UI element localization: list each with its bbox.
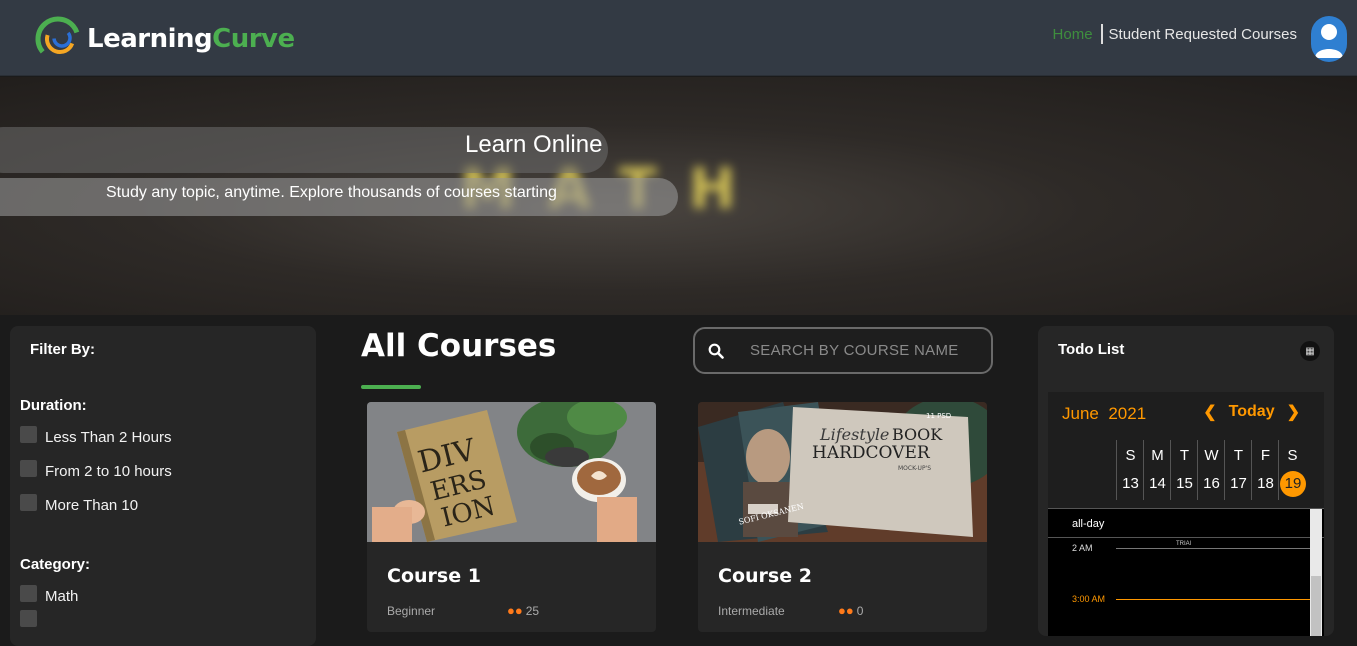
search-box[interactable]: [693, 327, 993, 374]
all-day-row: all-day: [1048, 508, 1324, 539]
cover-book-text: BOOK: [892, 425, 943, 444]
day-column[interactable]: S 13: [1116, 440, 1143, 500]
duration-option-less-2[interactable]: Less Than 2 Hours: [20, 426, 172, 446]
day-date: 17: [1230, 475, 1247, 492]
checkbox[interactable]: [20, 610, 37, 627]
day-name: T: [1233, 447, 1244, 464]
checkbox[interactable]: [20, 460, 37, 477]
calendar-year: 2021: [1108, 404, 1147, 423]
today-button[interactable]: Today: [1229, 403, 1275, 421]
duration-option-more-10[interactable]: More Than 10: [20, 494, 139, 514]
day-date: 16: [1203, 475, 1220, 492]
day-name: M: [1151, 447, 1164, 464]
event-label[interactable]: TRIAl: [1176, 541, 1191, 547]
course-card[interactable]: DIV ERS ION Course 1 Beginner ●● 25: [367, 402, 656, 632]
calendar-week: S 13 M 14 T 15 W 16 T 17 F 18 S 19: [1116, 440, 1326, 500]
cover-psd-text: 11 PSD: [926, 412, 951, 420]
scrollbar-thumb[interactable]: [1311, 576, 1321, 636]
student-count: ●● 25: [507, 603, 539, 618]
users-icon: ●●: [507, 603, 523, 618]
filter-title: Filter By:: [30, 341, 96, 358]
main-nav: Home Student Requested Courses: [1053, 24, 1297, 44]
search-input[interactable]: [750, 342, 970, 359]
calendar-nav: ❮ Today ❯: [1197, 402, 1306, 422]
time-line: [1116, 548, 1310, 549]
course-card[interactable]: Lifestyle BOOK HARDCOVER MOCK-UP'S 11 PS…: [698, 402, 987, 632]
day-column[interactable]: S 19: [1278, 440, 1306, 500]
day-name: S: [1125, 447, 1136, 464]
hero-title: Learn Online: [465, 131, 603, 158]
day-date: 14: [1149, 475, 1166, 492]
student-count-value: 0: [856, 603, 864, 618]
day-column[interactable]: T 17: [1224, 440, 1251, 500]
cover-hardcover-text: HARDCOVER: [812, 443, 931, 463]
todo-title: Todo List: [1058, 341, 1125, 358]
hero-subtitle: Study any topic, anytime. Explore thousa…: [106, 184, 557, 201]
student-count: ●● 0: [838, 603, 863, 618]
calendar: June 2021 ❮ Today ❯ S 13 M 14 T 15 W 16 T 17 …: [1048, 392, 1324, 636]
option-label: From 2 to 10 hours: [45, 463, 172, 480]
course-title[interactable]: Course 2: [718, 565, 812, 587]
page-title: All Courses: [361, 328, 557, 364]
calendar-month-year: June 2021: [1062, 404, 1146, 424]
nav-student-requested-link[interactable]: Student Requested Courses: [1109, 26, 1297, 43]
chevron-left-icon[interactable]: ❮: [1203, 402, 1216, 422]
user-avatar[interactable]: [1311, 16, 1347, 62]
day-column[interactable]: W 16: [1197, 440, 1224, 500]
logo[interactable]: LearningCurve: [33, 14, 295, 64]
option-label: Math: [45, 588, 79, 605]
today-date-badge: 19: [1280, 471, 1306, 497]
checkbox[interactable]: [20, 494, 37, 511]
course-title[interactable]: Course 1: [387, 565, 481, 587]
category-option-math[interactable]: Math: [20, 585, 79, 605]
day-column[interactable]: F 18: [1251, 440, 1278, 500]
user-icon: [1315, 24, 1343, 58]
day-name: T: [1179, 447, 1190, 464]
calendar-icon[interactable]: ▦: [1300, 341, 1320, 361]
course-cover-image: DIV ERS ION: [367, 402, 656, 542]
day-date: 18: [1257, 475, 1274, 492]
now-indicator: [1116, 599, 1310, 600]
logo-text-curve: Curve: [212, 24, 295, 54]
time-label: 2 AM: [1072, 543, 1093, 553]
day-date: 15: [1176, 475, 1193, 492]
hero-banner: MATH Learn Online Study any topic, anyti…: [0, 77, 1357, 315]
nav-separator: [1100, 24, 1103, 44]
all-day-label: all-day: [1072, 518, 1105, 530]
course-cover-image: Lifestyle BOOK HARDCOVER MOCK-UP'S 11 PS…: [698, 402, 987, 542]
course-level: Beginner: [387, 604, 436, 618]
users-icon: ●●: [838, 603, 854, 618]
option-label: Less Than 2 Hours: [45, 429, 172, 446]
checkbox[interactable]: [20, 426, 37, 443]
time-label-current: 3:00 AM: [1072, 594, 1106, 604]
day-column[interactable]: M 14: [1143, 440, 1170, 500]
student-count-value: 25: [525, 603, 540, 618]
category-title: Category:: [20, 556, 91, 573]
cover-lifestyle-text: Lifestyle: [819, 425, 889, 444]
chevron-right-icon[interactable]: ❯: [1287, 402, 1300, 422]
nav-home-link[interactable]: Home: [1053, 26, 1093, 43]
day-name: W: [1204, 447, 1219, 464]
search-icon: [708, 343, 724, 359]
course-level: Intermediate: [718, 604, 785, 618]
logo-text-learning: Learning: [87, 24, 213, 54]
cover-mockups-text: MOCK-UP'S: [898, 465, 931, 472]
time-grid: 2 AM TRIAl 3:00 AM: [1048, 538, 1324, 636]
logo-text: LearningCurve: [87, 24, 295, 54]
day-name: F: [1260, 447, 1271, 464]
day-date: 13: [1122, 475, 1139, 492]
title-underline: [361, 385, 421, 389]
filter-panel: Filter By: Duration: Less Than 2 Hours F…: [10, 326, 316, 646]
option-label: More Than 10: [45, 497, 139, 514]
calendar-month: June: [1062, 404, 1099, 423]
duration-title: Duration:: [20, 397, 87, 414]
scrollbar[interactable]: [1310, 509, 1322, 539]
todo-panel: Todo List ▦ June 2021 ❮ Today ❯ S 13 M 14 …: [1038, 326, 1334, 636]
duration-option-2-10[interactable]: From 2 to 10 hours: [20, 460, 172, 480]
day-name: S: [1287, 447, 1298, 464]
top-navbar: LearningCurve Home Student Requested Cou…: [0, 0, 1357, 76]
day-column[interactable]: T 15: [1170, 440, 1197, 500]
checkbox[interactable]: [20, 585, 37, 602]
logo-mark-icon: [33, 14, 83, 64]
